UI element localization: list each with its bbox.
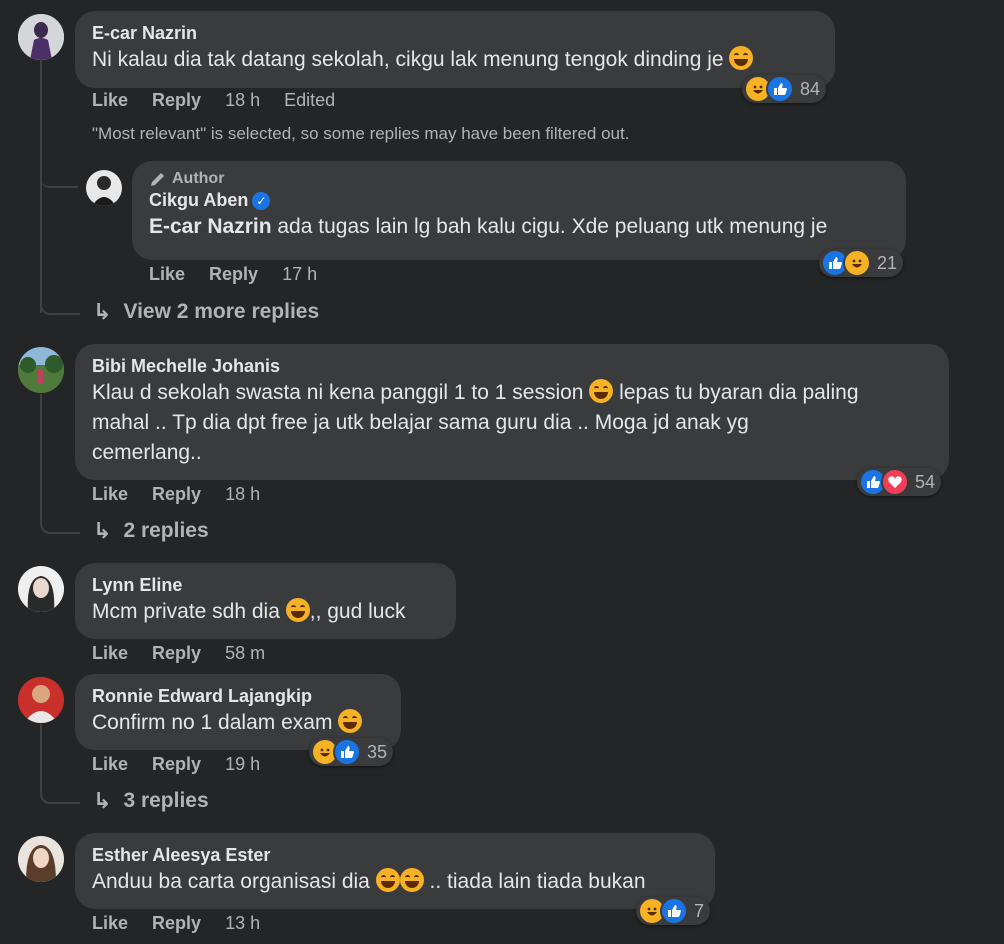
avatar-image (18, 347, 64, 393)
reaction-summary[interactable]: 84 (742, 75, 827, 103)
like-reaction-icon (766, 75, 794, 103)
comment-bubble: Bibi Mechelle Johanis Klau d sekolah swa… (75, 344, 949, 480)
comment-bubble: Author Cikgu Aben ✓ E-car Nazrin ada tuga… (132, 161, 906, 260)
timestamp[interactable]: 58 m (225, 643, 265, 664)
avatar-image (86, 170, 122, 206)
like-reaction-icon (660, 897, 688, 925)
commenter-name[interactable]: Lynn Eline (92, 573, 439, 597)
like-button[interactable]: Like (92, 913, 128, 934)
reply-button[interactable]: Reply (152, 643, 201, 664)
reply-arrow-icon: ↳ (93, 518, 112, 543)
reaction-count: 84 (800, 78, 821, 99)
like-reaction-icon (333, 738, 361, 766)
reaction-summary[interactable]: 54 (857, 468, 942, 496)
pencil-icon (151, 173, 164, 186)
commenter-name[interactable]: Ronnie Edward Lajangkip (92, 684, 384, 708)
reaction-count: 54 (915, 471, 936, 492)
commenter-name[interactable]: Bibi Mechelle Johanis (92, 354, 932, 378)
filter-notice: "Most relevant" is selected, so some rep… (92, 124, 630, 143)
tears-of-joy-emoji (399, 868, 424, 892)
grinning-emoji (285, 598, 310, 622)
avatar[interactable] (18, 677, 64, 723)
thread-line (40, 60, 42, 313)
view-replies-button[interactable]: ↳ 3 replies (93, 788, 209, 814)
comment-text: Mcm private sdh dia ,, gud luck (92, 598, 406, 623)
comment-text: Anduu ba carta organisasi dia .. tiada l… (92, 868, 646, 893)
timestamp[interactable]: 18 h (225, 484, 260, 505)
reply-button[interactable]: Reply (152, 484, 201, 505)
comment-actions: Like Reply 19 h (92, 754, 284, 775)
edited-label: Edited (284, 90, 336, 110)
thread-connector (40, 504, 80, 534)
timestamp[interactable]: 17 h (282, 264, 317, 285)
commenter-name[interactable]: E-car Nazrin (92, 21, 818, 45)
comment-text: Confirm no 1 dalam exam (92, 708, 384, 738)
view-replies-button[interactable]: ↳ 2 replies (93, 518, 209, 544)
comment-bubble: Lynn Eline Mcm private sdh dia ,, gud lu… (75, 563, 456, 639)
like-button[interactable]: Like (92, 643, 128, 664)
comment-bubble: E-car Nazrin Ni kalau dia tak datang sek… (75, 11, 835, 88)
grinning-emoji (338, 709, 363, 733)
avatar[interactable] (18, 14, 64, 60)
avatar[interactable] (86, 170, 122, 206)
verified-badge-icon: ✓ (252, 192, 271, 210)
like-button[interactable]: Like (149, 264, 185, 285)
reaction-count: 35 (367, 741, 388, 762)
reply-button[interactable]: Reply (209, 264, 258, 285)
reaction-count: 21 (877, 252, 898, 273)
thread-line (40, 394, 42, 504)
laughing-emoji (729, 46, 754, 70)
like-button[interactable]: Like (92, 90, 128, 111)
avatar[interactable] (18, 347, 64, 393)
author-label: Author (172, 170, 225, 187)
comment-actions: Like Reply 18 h Edited (92, 90, 359, 111)
thread-connector (40, 285, 80, 315)
avatar[interactable] (18, 566, 64, 612)
comment-text: Klau d sekolah swasta ni kena panggil 1 … (92, 379, 859, 404)
like-button[interactable]: Like (92, 754, 128, 775)
comment-text: E-car Nazrin ada tugas lain lg bah kalu … (149, 215, 828, 238)
reaction-summary[interactable]: 35 (309, 738, 394, 766)
like-button[interactable]: Like (92, 484, 128, 505)
haha-reaction-icon (843, 249, 871, 277)
thread-line (40, 724, 42, 774)
avatar-image (18, 566, 64, 612)
reaction-summary[interactable]: 7 (636, 897, 711, 925)
thread-connector (40, 774, 80, 804)
reply-button[interactable]: Reply (152, 913, 201, 934)
comment-actions: Like Reply 13 h (92, 913, 284, 934)
reaction-count: 7 (694, 900, 705, 921)
reply-button[interactable]: Reply (152, 754, 201, 775)
commenter-name[interactable]: Esther Aleesya Ester (92, 843, 698, 867)
avatar[interactable] (18, 836, 64, 882)
reply-arrow-icon: ↳ (93, 788, 112, 813)
avatar-image (18, 677, 64, 723)
love-reaction-icon (881, 468, 909, 496)
avatar-image (18, 14, 64, 60)
thread-connector (40, 150, 78, 188)
comment-actions: Like Reply 17 h (149, 264, 341, 285)
comment-bubble: Esther Aleesya Ester Anduu ba carta orga… (75, 833, 715, 909)
reply-button[interactable]: Reply (152, 90, 201, 111)
reaction-summary[interactable]: 21 (819, 249, 904, 277)
avatar-image (18, 836, 64, 882)
comment-actions: Like Reply 58 m (92, 643, 289, 664)
view-more-replies-button[interactable]: ↳ View 2 more replies (93, 299, 319, 325)
tears-of-joy-emoji (589, 379, 614, 403)
timestamp[interactable]: 13 h (225, 913, 260, 934)
comment-actions: Like Reply 18 h (92, 484, 284, 505)
commenter-name: Cikgu Aben ✓ (149, 188, 889, 212)
reply-arrow-icon: ↳ (93, 299, 112, 324)
timestamp[interactable]: 19 h (225, 754, 260, 775)
mention-link[interactable]: E-car Nazrin (149, 215, 272, 238)
comment-text: Ni kalau dia tak datang sekolah, cikgu l… (92, 45, 818, 75)
comment-text-line: cemerlang.. (92, 441, 202, 464)
timestamp[interactable]: 18 h (225, 90, 260, 111)
tears-of-joy-emoji (375, 868, 400, 892)
comment-text-line: mahal .. Tp dia dpt free ja utk belajar … (92, 411, 749, 434)
author-badge: Author (149, 170, 889, 188)
